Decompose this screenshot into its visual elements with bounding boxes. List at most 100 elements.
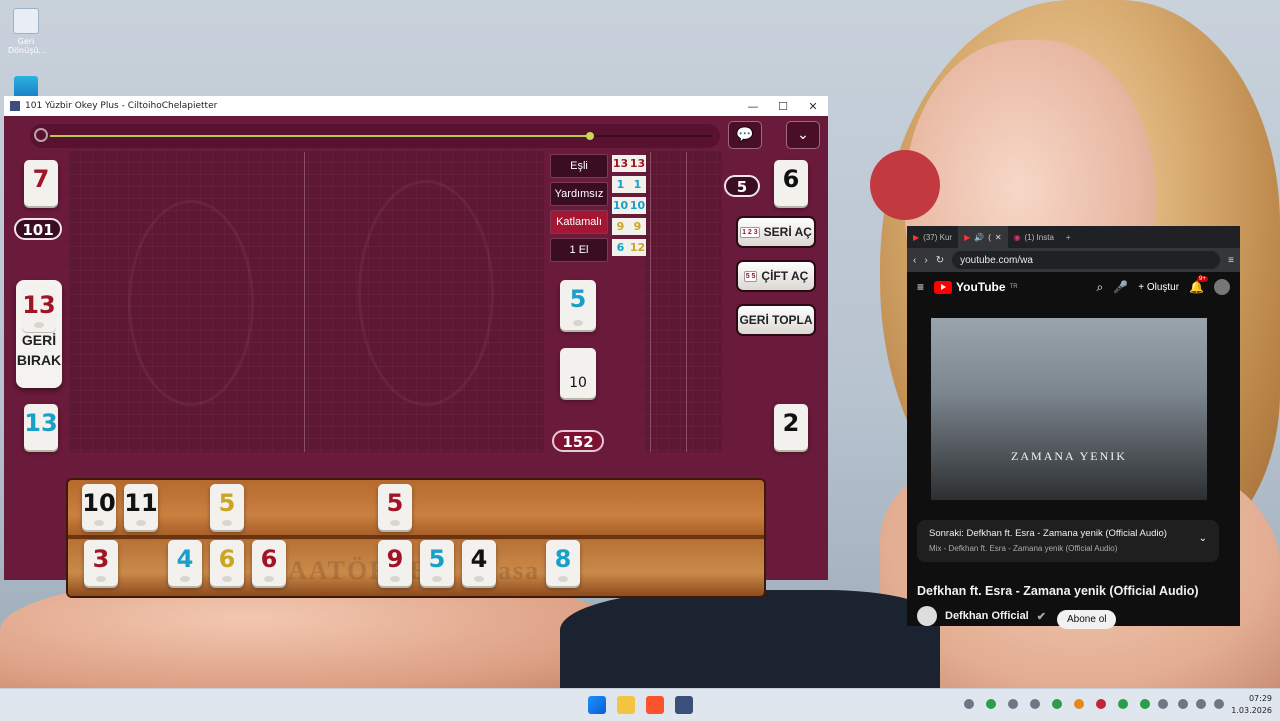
avatar[interactable] (1214, 279, 1230, 295)
create-button[interactable]: + Oluştur (1138, 282, 1179, 293)
wifi-icon[interactable] (1178, 699, 1188, 709)
maximize-button[interactable]: ☐ (768, 100, 798, 113)
geri-topla-button[interactable]: GERİ TOPLA (736, 304, 816, 336)
rack-tile[interactable]: 10 (82, 484, 116, 530)
up-next-panel[interactable]: Sonraki: Defkhan ft. Esra - Zamana yenik… (917, 520, 1219, 562)
opponent-tile-count: 5 (724, 175, 760, 197)
tray-icon[interactable] (1074, 699, 1084, 709)
file-explorer-icon[interactable] (617, 696, 635, 714)
start-windows-icon[interactable] (588, 696, 606, 714)
player-score-badge: 101 (14, 218, 62, 240)
tray-icon[interactable] (1008, 699, 1018, 709)
microphone-icon[interactable]: 🎤 (1113, 280, 1128, 294)
tray-icon[interactable] (1096, 699, 1106, 709)
geri-birak-label: GERİ BIRAK (16, 332, 62, 368)
chat-button[interactable]: 💬 (728, 121, 762, 149)
recycle-bin-shortcut[interactable]: Geri Dönüşü... (8, 8, 47, 55)
forward-icon[interactable]: › (924, 255, 927, 266)
bottom-right-tile[interactable]: 2 (774, 404, 808, 450)
tray-icon[interactable] (986, 699, 996, 709)
recycle-bin-icon (13, 8, 39, 34)
minimize-button[interactable]: — (738, 100, 768, 113)
decor-figure-right (358, 180, 494, 406)
tray-icon[interactable] (1118, 699, 1128, 709)
close-button[interactable]: ✕ (798, 100, 828, 113)
volume-icon[interactable] (1196, 699, 1206, 709)
right-player-tile[interactable]: 6 (774, 160, 808, 206)
pot-badge: 152 (552, 430, 604, 452)
back-icon[interactable]: ‹ (913, 255, 916, 266)
cift-ac-button[interactable]: 5 5 ÇİFT AÇ (736, 260, 816, 292)
subscribe-button[interactable]: Abone ol (1057, 610, 1117, 629)
tray-icon[interactable] (1030, 699, 1040, 709)
menu-icon[interactable]: ≡ (1228, 255, 1234, 266)
tab-label: (37) Kur (923, 232, 953, 242)
tab-youtube-active[interactable]: ▶ 🔊(✕ (958, 226, 1008, 248)
rack-tile[interactable]: 11 (124, 484, 158, 530)
tab-youtube-1[interactable]: ▶ (37) Kur (907, 226, 958, 248)
okey-game-icon[interactable] (675, 696, 693, 714)
score-cell: 9 (629, 218, 646, 235)
channel-row[interactable]: Defkhan Official ✔ (917, 606, 1046, 626)
score-cell: 9 (612, 218, 629, 235)
rack-tile[interactable]: 4 (462, 540, 496, 586)
url-field[interactable]: youtube.com/wa (952, 251, 1221, 269)
rack-tile[interactable]: 4 (168, 540, 202, 586)
draw-pile[interactable]: 10 (560, 348, 596, 398)
side-divider-1 (650, 152, 651, 452)
new-tab-button[interactable]: + (1060, 226, 1077, 248)
rack-tile[interactable]: 3 (84, 540, 118, 586)
instagram-icon: ◉ (1013, 232, 1021, 242)
left-player-tile[interactable]: 7 (24, 160, 58, 206)
hamburger-icon[interactable]: ≡ (917, 280, 924, 294)
chevron-up-icon[interactable] (1158, 699, 1168, 709)
tray-icon[interactable] (964, 699, 974, 709)
menu-dropdown-button[interactable]: ⌄ (786, 121, 820, 149)
video-player[interactable]: ZAMANA YENIK (931, 318, 1207, 500)
recycle-bin-label: Geri Dönüşü... (8, 37, 47, 55)
tray-icon[interactable] (1052, 699, 1062, 709)
channel-name[interactable]: Defkhan Official (945, 610, 1029, 622)
rack-tile[interactable]: 8 (546, 540, 580, 586)
youtube-tab-icon: ▶ (913, 232, 920, 242)
rack-watermark-2: asa (498, 556, 541, 585)
wallpaper-lips (870, 150, 940, 220)
game-area: 💬 ⌄ 7 101 13 GERİ BIRAK 13 Eşli Yardımsı… (4, 116, 828, 596)
geri-birak-button[interactable]: 13 GERİ BIRAK (16, 280, 62, 388)
rack-tile[interactable]: 5 (420, 540, 454, 586)
deck-count: 10 (569, 375, 587, 391)
score-cell: 10 (612, 197, 629, 214)
rack-tile[interactable]: 5 (378, 484, 412, 530)
rack-tile[interactable]: 5 (210, 484, 244, 530)
channel-avatar[interactable] (917, 606, 937, 626)
reload-icon[interactable]: ↻ (936, 255, 944, 266)
seri-ac-button[interactable]: 1 2 3 SERİ AÇ (736, 216, 816, 248)
taskbar: 07:29 1.03.2026 (0, 688, 1280, 721)
mode-esli: Eşli (550, 154, 608, 178)
score-cell: 13 (612, 155, 629, 172)
rack-tile[interactable]: 6 (210, 540, 244, 586)
tab-instagram[interactable]: ◉ (1) Insta (1008, 226, 1060, 248)
system-clock[interactable]: 07:29 1.03.2026 (1231, 693, 1272, 717)
rack-tile[interactable]: 9 (378, 540, 412, 586)
rack-tile[interactable]: 6 (252, 540, 286, 586)
clock-icon (34, 128, 48, 142)
tab-close-icon[interactable]: ✕ (995, 233, 1002, 242)
play-area (68, 150, 544, 452)
search-icon[interactable]: ⌕ (1097, 280, 1104, 295)
brave-browser-icon[interactable] (646, 696, 664, 714)
bottom-left-tile[interactable]: 13 (24, 404, 58, 450)
url-text: youtube.com/wa (960, 254, 1033, 266)
title-bar[interactable]: 101 Yüzbir Okey Plus - CiltoihoChelapiet… (4, 96, 828, 116)
battery-icon[interactable] (1214, 699, 1224, 709)
bell-icon[interactable]: 🔔 9+ (1189, 276, 1208, 294)
score-cell: 6 (612, 239, 629, 256)
side-area (644, 150, 722, 452)
score-cell: 1 (629, 176, 646, 193)
youtube-logo[interactable]: YouTube TR (934, 280, 1018, 294)
tab-label: ( (988, 232, 991, 242)
game-window: 101 Yüzbir Okey Plus - CiltoihoChelapiet… (4, 96, 828, 596)
chevron-down-icon[interactable]: ⌄ (1199, 533, 1207, 544)
tray-icon[interactable] (1140, 699, 1150, 709)
window-title: 101 Yüzbir Okey Plus - CiltoihoChelapiet… (25, 101, 218, 111)
